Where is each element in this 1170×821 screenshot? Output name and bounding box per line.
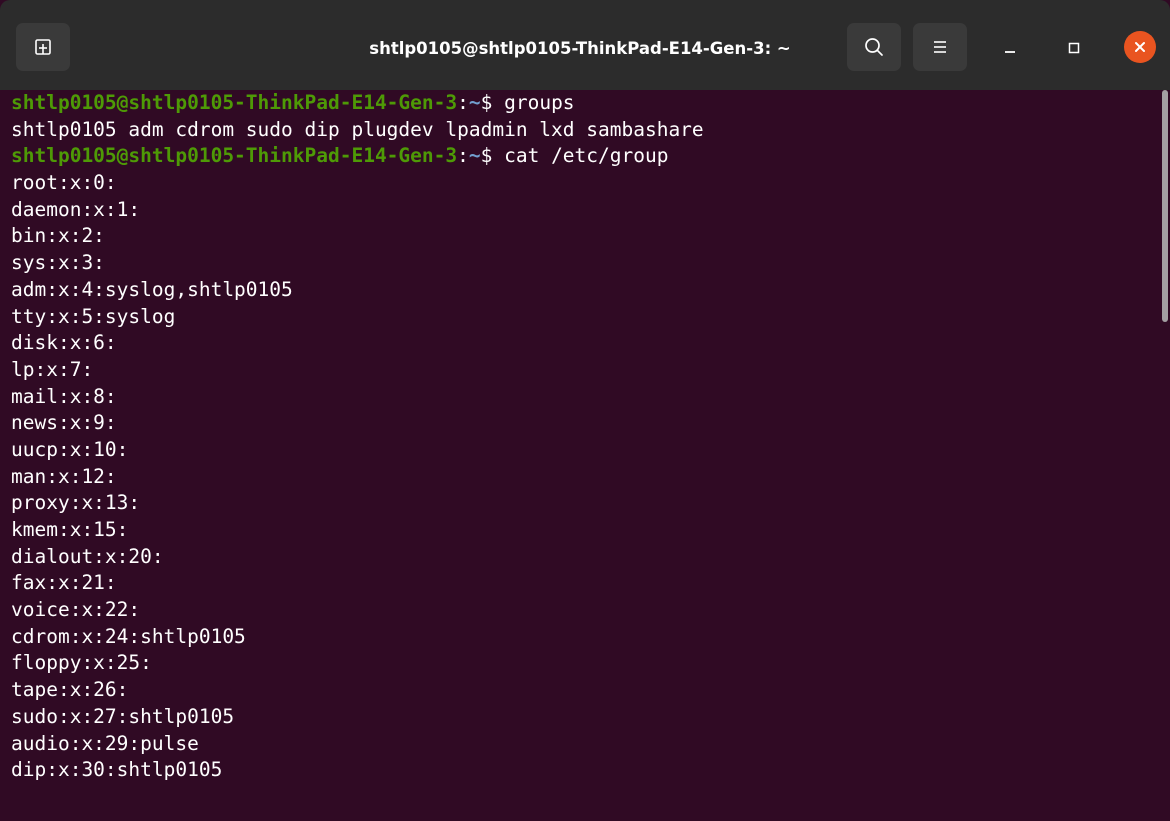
output-line: root:x:0: [11, 171, 117, 195]
maximize-button[interactable] [1054, 28, 1094, 68]
output-line: fax:x:21: [11, 571, 117, 595]
maximize-icon [1068, 42, 1080, 54]
search-button[interactable] [847, 23, 901, 71]
output-line: shtlp0105 adm cdrom sudo dip plugdev lpa… [11, 117, 704, 141]
command-text: cat /etc/group [504, 144, 669, 168]
title-bar[interactable]: shtlp0105@shtlp0105-ThinkPad-E14-Gen-3: … [0, 0, 1170, 90]
output-line: mail:x:8: [11, 384, 117, 408]
output-line: daemon:x:1: [11, 197, 141, 221]
close-button[interactable] [1124, 31, 1156, 63]
terminal-output[interactable]: shtlp0105@shtlp0105-ThinkPad-E14-Gen-3:~… [0, 90, 1160, 821]
prompt-symbol: $ [480, 144, 505, 168]
output-line: lp:x:7: [11, 357, 94, 381]
output-line: audio:x:29:pulse [11, 731, 199, 755]
output-line: sys:x:3: [11, 251, 105, 275]
output-line: news:x:9: [11, 411, 117, 435]
terminal-window: shtlp0105@shtlp0105-ThinkPad-E14-Gen-3: … [0, 0, 1170, 821]
output-line: man:x:12: [11, 464, 117, 488]
prompt-line: shtlp0105@shtlp0105-ThinkPad-E14-Gen-3:~… [11, 90, 1160, 117]
window-title: shtlp0105@shtlp0105-ThinkPad-E14-Gen-3: … [369, 39, 791, 58]
prompt-user-host: shtlp0105@shtlp0105-ThinkPad-E14-Gen-3 [11, 144, 458, 168]
minimize-icon [1005, 51, 1015, 53]
output-line: tape:x:26: [11, 678, 129, 702]
prompt-colon: : [457, 144, 469, 168]
new-tab-icon [35, 39, 51, 55]
output-line: tty:x:5:syslog [11, 304, 176, 328]
output-line: sudo:x:27:shtlp0105 [11, 704, 235, 728]
output-line: adm:x:4:syslog,shtlp0105 [11, 277, 293, 301]
hamburger-menu-icon [934, 41, 946, 53]
output-line: uucp:x:10: [11, 437, 129, 461]
minimize-button[interactable] [990, 28, 1030, 68]
output-line: floppy:x:25: [11, 651, 152, 675]
search-icon [865, 38, 883, 56]
output-line: cdrom:x:24:shtlp0105 [11, 624, 246, 648]
prompt-line: shtlp0105@shtlp0105-ThinkPad-E14-Gen-3:~… [11, 143, 1160, 170]
output-line: dip:x:30:shtlp0105 [11, 758, 223, 782]
prompt-user-host: shtlp0105@shtlp0105-ThinkPad-E14-Gen-3 [11, 91, 458, 114]
prompt-colon: : [457, 91, 469, 114]
output-line: voice:x:22: [11, 598, 141, 622]
output-line: kmem:x:15: [11, 518, 129, 541]
output-line: bin:x:2: [11, 224, 105, 248]
close-icon [1135, 42, 1145, 52]
command-text: groups [504, 91, 575, 114]
menu-button[interactable] [913, 23, 967, 71]
scrollbar-thumb[interactable] [1162, 90, 1168, 322]
output-line: proxy:x:13: [11, 491, 141, 515]
output-line: disk:x:6: [11, 331, 117, 355]
scrollbar[interactable] [1160, 90, 1170, 821]
new-tab-button[interactable] [16, 23, 70, 71]
prompt-symbol: $ [480, 91, 505, 114]
output-line: dialout:x:20: [11, 544, 164, 568]
prompt-path: ~ [468, 144, 481, 168]
prompt-path: ~ [468, 91, 481, 114]
